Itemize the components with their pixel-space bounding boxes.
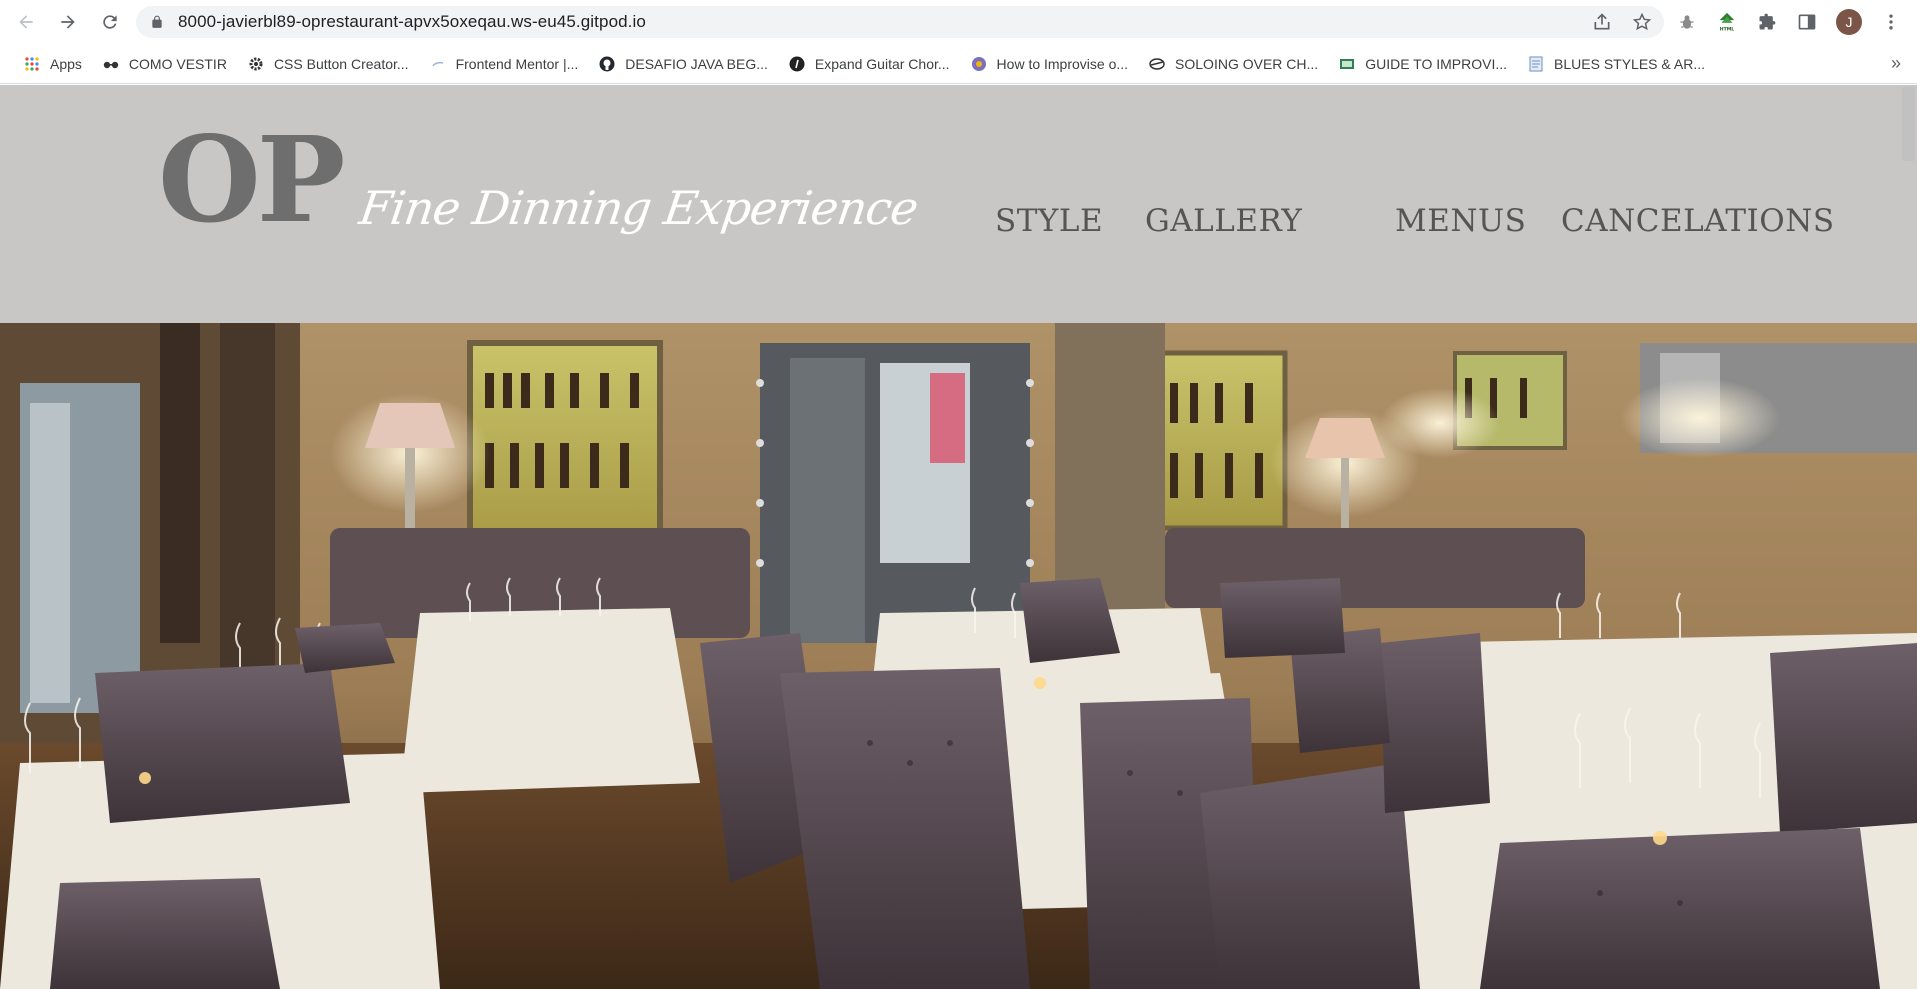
nav-link-style[interactable]: STYLE bbox=[995, 203, 1103, 239]
bookmark-label: COMO VESTIR bbox=[128, 55, 227, 72]
glasses-icon bbox=[103, 56, 119, 72]
nav-link-gallery[interactable]: GALLERY bbox=[1145, 203, 1302, 239]
bookmark-label: Apps bbox=[50, 55, 82, 72]
bookmark-apps[interactable]: Apps bbox=[18, 50, 88, 78]
bookmark-soloing-over[interactable]: SOLOING OVER CH... bbox=[1143, 50, 1324, 78]
share-icon[interactable] bbox=[1592, 12, 1612, 32]
github-icon bbox=[599, 56, 615, 72]
bookmark-label: CSS Button Creator... bbox=[273, 55, 409, 72]
html-extension-icon[interactable]: HTML bbox=[1716, 11, 1738, 33]
bookmark-label: How to Improvise o... bbox=[996, 55, 1129, 72]
frontend-mentor-icon bbox=[430, 56, 446, 72]
lock-icon bbox=[152, 15, 162, 28]
star-icon[interactable] bbox=[1632, 12, 1652, 32]
bug-extension-icon[interactable] bbox=[1676, 11, 1698, 33]
bookmark-label: SOLOING OVER CH... bbox=[1175, 55, 1319, 72]
gear-icon bbox=[248, 56, 264, 72]
bookmark-como-vestir[interactable]: COMO VESTIR bbox=[97, 50, 233, 78]
bookmark-frontend-mentor[interactable]: Frontend Mentor |... bbox=[424, 50, 585, 78]
bookmark-blues-styles[interactable]: BLUES STYLES & AR... bbox=[1522, 50, 1711, 78]
main-navigation: STYLE GALLERY MENUS CANCELATIONS bbox=[0, 203, 1917, 243]
reload-icon bbox=[103, 15, 117, 29]
hero-image-restaurant bbox=[0, 323, 1917, 989]
svg-text:HTML: HTML bbox=[1720, 26, 1735, 32]
bookmark-label: DESAFIO JAVA BEG... bbox=[625, 55, 768, 72]
forward-button[interactable] bbox=[57, 11, 79, 33]
apps-grid-icon bbox=[24, 56, 40, 72]
bookmark-desafio-java[interactable]: DESAFIO JAVA BEG... bbox=[593, 50, 774, 78]
bookmark-label: GUIDE TO IMPROVI... bbox=[1365, 55, 1508, 72]
browser-toolbar: 8000-javierbl89-oprestaurant-apvx5oxeqau… bbox=[0, 0, 1917, 44]
document-icon bbox=[1528, 56, 1544, 72]
page-viewport: OP Fine Dinning Experience STYLE GALLERY… bbox=[0, 85, 1917, 989]
bookmark-how-to-improvise[interactable]: How to Improvise o... bbox=[965, 50, 1135, 78]
arrow-right-icon bbox=[61, 15, 75, 29]
site-icon bbox=[971, 56, 987, 72]
extensions-area: HTML J bbox=[1676, 9, 1902, 35]
bookmark-css-button-creator[interactable]: CSS Button Creator... bbox=[242, 50, 415, 78]
site-header: OP Fine Dinning Experience STYLE GALLERY… bbox=[0, 85, 1917, 323]
bookmark-guide-to-improvi[interactable]: GUIDE TO IMPROVI... bbox=[1333, 50, 1513, 78]
nav-link-cancelations[interactable]: CANCELATIONS bbox=[1561, 203, 1835, 239]
back-button[interactable] bbox=[15, 11, 37, 33]
bookmark-label: BLUES STYLES & AR... bbox=[1554, 55, 1705, 72]
address-bar[interactable]: 8000-javierbl89-oprestaurant-apvx5oxeqau… bbox=[136, 6, 1664, 38]
bookmarks-overflow-button[interactable]: » bbox=[1891, 53, 1901, 74]
restaurant-dining-room-photo bbox=[0, 323, 1917, 989]
profile-avatar[interactable]: J bbox=[1836, 9, 1862, 35]
site-icon bbox=[1339, 56, 1355, 72]
url-text[interactable]: 8000-javierbl89-oprestaurant-apvx5oxeqau… bbox=[178, 12, 646, 32]
extensions-puzzle-icon[interactable] bbox=[1756, 11, 1778, 33]
page-scrollbar[interactable] bbox=[1900, 85, 1917, 989]
bookmarks-bar: Apps COMO VESTIR CSS Button Creator... F… bbox=[0, 44, 1917, 84]
side-panel-icon[interactable] bbox=[1796, 11, 1818, 33]
arrow-left-icon bbox=[19, 15, 33, 29]
bookmark-expand-guitar[interactable]: Expand Guitar Chor... bbox=[783, 50, 956, 78]
reload-button[interactable] bbox=[99, 11, 121, 33]
bookmark-label: Expand Guitar Chor... bbox=[814, 55, 950, 72]
bookmark-label: Frontend Mentor |... bbox=[455, 55, 579, 72]
nav-link-menus[interactable]: MENUS bbox=[1395, 203, 1526, 239]
guitar-site-icon bbox=[789, 56, 805, 72]
more-vert-icon[interactable] bbox=[1880, 11, 1902, 33]
scrollbar-thumb[interactable] bbox=[1902, 87, 1915, 161]
site-icon bbox=[1149, 56, 1165, 72]
